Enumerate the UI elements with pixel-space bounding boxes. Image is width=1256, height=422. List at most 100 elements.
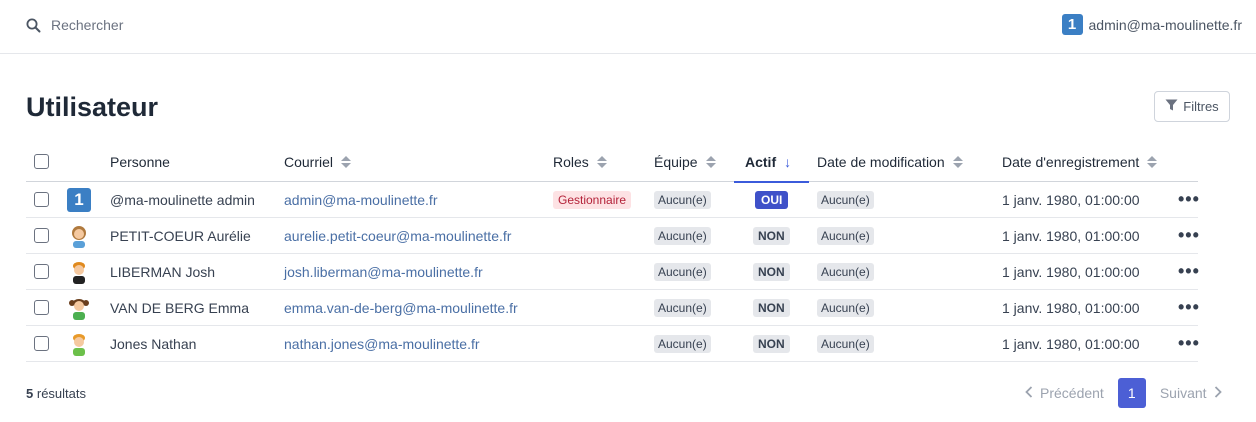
- next-label: Suivant: [1159, 385, 1207, 401]
- column-header-person[interactable]: Personne: [110, 142, 170, 181]
- previous-label: Précédent: [1040, 385, 1104, 401]
- person-name: LIBERMAN Josh: [110, 263, 216, 280]
- sort-icon[interactable]: [596, 155, 607, 168]
- row-actions-menu-icon[interactable]: •••: [1178, 218, 1200, 253]
- logo-one-icon: 1: [67, 187, 91, 212]
- sort-icon[interactable]: [1147, 155, 1158, 168]
- row-actions-menu-icon[interactable]: •••: [1178, 254, 1200, 289]
- active-cell: NON: [753, 218, 790, 253]
- row-actions-menu-icon[interactable]: •••: [1178, 182, 1200, 217]
- team-badge: Aucun(e): [654, 190, 711, 209]
- girl-avatar-icon: [72, 225, 86, 248]
- filters-button[interactable]: Filtres: [1154, 91, 1230, 122]
- top-bar: Rechercher 1 admin@ma-moulinette.fr: [0, 0, 1256, 54]
- sort-icon[interactable]: [952, 155, 963, 168]
- search-icon: [26, 18, 41, 33]
- sort-descending-icon[interactable]: ↓: [784, 154, 791, 170]
- registered-date: 1 janv. 1980, 01:00:00: [1002, 227, 1140, 244]
- active-badge: OUI: [755, 190, 789, 209]
- results-count: 5 résultats: [26, 386, 86, 401]
- column-header-modified[interactable]: Date de modification: [817, 142, 963, 181]
- account-email[interactable]: admin@ma-moulinette.fr: [1089, 17, 1243, 33]
- account-menu[interactable]: 1 admin@ma-moulinette.fr: [1061, 14, 1243, 35]
- email-link[interactable]: emma.van-de-berg@ma-moulinette.fr: [284, 290, 518, 325]
- role-cell: Gestionnaire: [553, 182, 632, 217]
- team-cell: Aucun(e): [654, 254, 711, 289]
- boy-green-avatar-icon: [73, 333, 85, 356]
- active-cell: OUI: [755, 182, 789, 217]
- registered-date: 1 janv. 1980, 01:00:00: [1002, 299, 1140, 316]
- avatar: [67, 326, 91, 361]
- page-number-current[interactable]: 1: [1117, 378, 1146, 408]
- page-title: Utilisateur: [26, 92, 159, 122]
- registered-date: 1 janv. 1980, 01:00:00: [1002, 335, 1140, 352]
- row-checkbox[interactable]: [34, 300, 49, 315]
- active-badge: NON: [753, 334, 790, 353]
- results-label: résultats: [36, 386, 86, 401]
- row-checkbox[interactable]: [34, 336, 49, 351]
- previous-page-button[interactable]: Précédent: [1025, 385, 1104, 401]
- row-checkbox[interactable]: [34, 228, 49, 243]
- team-cell: Aucun(e): [654, 290, 711, 325]
- account-logo-icon: 1: [1061, 14, 1083, 35]
- table-row[interactable]: 1 @ma-moulinette admin admin@ma-moulinet…: [26, 182, 1200, 218]
- team-cell: Aucun(e): [654, 218, 711, 253]
- modified-cell: Aucun(e): [817, 326, 874, 361]
- email-link[interactable]: admin@ma-moulinette.fr: [284, 182, 438, 217]
- row-select-cell: [34, 254, 49, 289]
- row-select-cell: [34, 290, 49, 325]
- table-header-row: Personne Courriel Roles Équipe Actif ↓ D…: [26, 142, 1198, 183]
- registered-date: 1 janv. 1980, 01:00:00: [1002, 191, 1140, 208]
- team-badge: Aucun(e): [654, 334, 711, 353]
- column-header-email[interactable]: Courriel: [284, 142, 352, 181]
- pagination: Précédent 1 Suivant: [1025, 378, 1222, 408]
- column-label-registered: Date d'enregistrement: [1002, 153, 1140, 170]
- girl-pigtails-avatar-icon: [69, 298, 89, 320]
- row-checkbox[interactable]: [34, 192, 49, 207]
- row-checkbox[interactable]: [34, 264, 49, 279]
- email-link[interactable]: aurelie.petit-coeur@ma-moulinette.fr: [284, 218, 511, 253]
- next-page-button[interactable]: Suivant: [1160, 385, 1222, 401]
- email-link[interactable]: nathan.jones@ma-moulinette.fr: [284, 326, 480, 361]
- table-row[interactable]: LIBERMAN Josh josh.liberman@ma-moulinett…: [26, 254, 1200, 290]
- row-actions-menu-icon[interactable]: •••: [1178, 290, 1200, 325]
- modified-badge: Aucun(e): [817, 298, 874, 317]
- modified-badge: Aucun(e): [817, 190, 874, 209]
- modified-cell: Aucun(e): [817, 182, 874, 217]
- sort-icon[interactable]: [705, 155, 716, 168]
- search-bar[interactable]: Rechercher: [26, 17, 123, 33]
- person-name: Jones Nathan: [110, 335, 197, 352]
- results-number: 5: [26, 386, 34, 401]
- boy-avatar-icon: [73, 261, 85, 284]
- column-label-person: Personne: [110, 153, 170, 170]
- row-actions-menu-icon[interactable]: •••: [1178, 326, 1200, 361]
- avatar: [67, 218, 91, 253]
- column-header-active[interactable]: Actif ↓: [745, 142, 791, 181]
- sort-icon[interactable]: [341, 155, 352, 168]
- search-placeholder[interactable]: Rechercher: [51, 17, 123, 33]
- column-label-roles: Roles: [553, 153, 589, 170]
- table-row[interactable]: Jones Nathan nathan.jones@ma-moulinette.…: [26, 326, 1200, 362]
- column-header-roles[interactable]: Roles: [553, 142, 607, 181]
- table-row[interactable]: VAN DE BERG Emma emma.van-de-berg@ma-mou…: [26, 290, 1200, 326]
- select-all-checkbox[interactable]: [34, 154, 49, 169]
- active-badge: NON: [753, 298, 790, 317]
- team-cell: Aucun(e): [654, 326, 711, 361]
- team-badge: Aucun(e): [654, 298, 711, 317]
- modified-badge: Aucun(e): [817, 226, 874, 245]
- person-name: @ma-moulinette admin: [110, 191, 255, 208]
- table-row[interactable]: PETIT-COEUR Aurélie aurelie.petit-coeur@…: [26, 218, 1200, 254]
- team-badge: Aucun(e): [654, 262, 711, 281]
- column-header-team[interactable]: Équipe: [654, 142, 716, 181]
- row-select-cell: [34, 218, 49, 253]
- chevron-right-icon: [1214, 385, 1222, 401]
- filters-label: Filtres: [1183, 99, 1219, 114]
- email-link[interactable]: josh.liberman@ma-moulinette.fr: [284, 254, 483, 289]
- avatar: [67, 254, 91, 289]
- role-badge: Gestionnaire: [553, 190, 632, 209]
- person-name: PETIT-COEUR Aurélie: [110, 227, 251, 244]
- column-header-registered[interactable]: Date d'enregistrement: [1002, 142, 1158, 181]
- column-label-active: Actif: [745, 153, 777, 170]
- row-select-cell: [34, 182, 49, 217]
- modified-cell: Aucun(e): [817, 254, 874, 289]
